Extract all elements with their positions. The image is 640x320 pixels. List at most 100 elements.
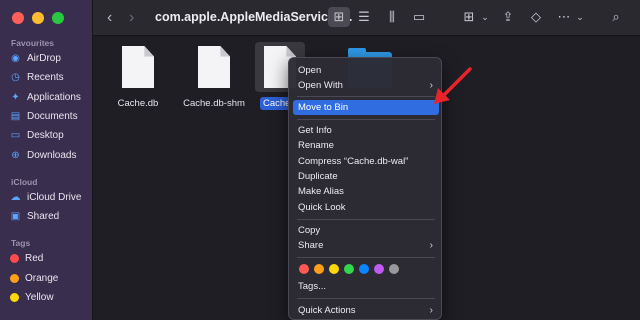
- download-icon: ⊕: [11, 149, 20, 161]
- clock-icon: ◷: [11, 71, 20, 83]
- menu-item-label: Tags...: [298, 281, 326, 292]
- file-item[interactable]: Cache.db: [103, 46, 173, 109]
- icon-view-icon[interactable]: ⊞: [328, 7, 350, 27]
- menu-item-label: Move to Bin: [298, 102, 349, 113]
- column-view-icon[interactable]: ⫼: [384, 9, 400, 25]
- group-icon[interactable]: ⊞: [461, 9, 477, 25]
- sidebar-item-icloud-drive[interactable]: ☁ iCloud Drive: [10, 189, 82, 205]
- tag-green-button[interactable]: [344, 264, 354, 274]
- minimize-button[interactable]: [32, 12, 44, 24]
- sidebar-item-label: Documents: [27, 110, 78, 122]
- tag-orange-button[interactable]: [314, 264, 324, 274]
- sidebar-item-label: Shared: [27, 210, 60, 222]
- menu-divider: [297, 298, 435, 299]
- sidebar-item-label: Recents: [27, 71, 64, 83]
- menu-item-label: Compress “Cache.db-wal”: [298, 156, 409, 167]
- sidebar-item-label: Desktop: [27, 129, 64, 141]
- traffic-lights: [12, 12, 64, 24]
- menu-item-label: Get Info: [298, 125, 332, 136]
- tag-blue-button[interactable]: [359, 264, 369, 274]
- close-button[interactable]: [12, 12, 24, 24]
- menu-item-label: Duplicate: [298, 171, 338, 182]
- file-name: Cache.db-shm: [183, 98, 245, 109]
- search-icon[interactable]: ⌕: [608, 9, 624, 25]
- menu-item-compress[interactable]: Compress “Cache.db-wal”: [293, 154, 439, 169]
- tag-yellow-button[interactable]: [329, 264, 339, 274]
- menu-divider: [297, 219, 435, 220]
- toolbar: ‹ › com.apple.AppleMediaServices... ⊞ ☰ …: [93, 0, 640, 36]
- sidebar-item-tag-orange[interactable]: Orange: [10, 270, 58, 286]
- tag-gray-button[interactable]: [389, 264, 399, 274]
- menu-item-copy[interactable]: Copy: [293, 223, 439, 238]
- sidebar-item-shared[interactable]: ▣ Shared: [10, 208, 59, 224]
- sidebar: Favourites ◉ AirDrop ◷ Recents ✦ Applica…: [0, 0, 93, 320]
- menu-divider: [297, 96, 435, 97]
- sidebar-item-downloads[interactable]: ⊕ Downloads: [10, 147, 76, 163]
- sidebar-item-label: iCloud Drive: [27, 191, 82, 203]
- share-icon[interactable]: ⇪: [500, 9, 516, 25]
- cloud-icon: ☁: [10, 191, 21, 203]
- menu-item-quick-actions[interactable]: Quick Actions ›: [293, 303, 439, 318]
- menu-item-share[interactable]: Share ›: [293, 238, 439, 253]
- menu-item-rename[interactable]: Rename: [293, 138, 439, 153]
- sidebar-item-label: AirDrop: [27, 52, 61, 64]
- menu-item-open[interactable]: Open: [293, 63, 439, 78]
- airdrop-icon: ◉: [11, 52, 20, 64]
- menu-divider: [297, 257, 435, 258]
- menu-item-label: Quick Look: [298, 202, 346, 213]
- menu-item-make-alias[interactable]: Make Alias: [293, 184, 439, 199]
- tag-red-button[interactable]: [299, 264, 309, 274]
- tag-dot-icon: [10, 273, 19, 283]
- sidebar-item-label: Applications: [27, 91, 81, 103]
- more-actions-icon[interactable]: ⋯: [556, 9, 572, 25]
- sidebar-section-favourites: Favourites: [11, 38, 54, 48]
- shared-folder-icon: ▣: [10, 210, 21, 222]
- sidebar-item-desktop[interactable]: ▭ Desktop: [10, 127, 64, 143]
- menu-item-label: Make Alias: [298, 186, 344, 197]
- menu-item-label: Quick Actions: [298, 305, 356, 316]
- chevron-right-icon: ›: [429, 240, 433, 251]
- chevron-right-icon: ›: [429, 305, 433, 316]
- sidebar-item-applications[interactable]: ✦ Applications: [10, 89, 81, 105]
- sidebar-item-label: Downloads: [27, 149, 77, 161]
- annotation-arrow-icon: [434, 67, 472, 104]
- applications-icon: ✦: [11, 91, 20, 103]
- desktop-icon: ▭: [10, 129, 21, 141]
- menu-item-label: Copy: [298, 225, 321, 236]
- menu-item-move-to-bin[interactable]: Move to Bin: [293, 100, 439, 115]
- menu-item-label: Rename: [298, 140, 334, 151]
- sidebar-item-label: Orange: [25, 272, 59, 284]
- chevron-down-icon[interactable]: ⌄: [572, 9, 588, 25]
- sidebar-item-airdrop[interactable]: ◉ AirDrop: [10, 50, 61, 66]
- tag-purple-button[interactable]: [374, 264, 384, 274]
- menu-item-label: Open: [298, 65, 322, 76]
- list-view-icon[interactable]: ☰: [356, 9, 372, 25]
- sidebar-section-icloud: iCloud: [11, 177, 38, 187]
- sidebar-item-recents[interactable]: ◷ Recents: [10, 69, 64, 85]
- menu-item-quick-look[interactable]: Quick Look: [293, 200, 439, 215]
- file-name: Cache.db: [117, 98, 159, 109]
- menu-item-tags[interactable]: Tags...: [293, 279, 439, 294]
- chevron-down-icon[interactable]: ⌄: [477, 9, 493, 25]
- tag-icon[interactable]: ◇: [528, 9, 544, 25]
- sidebar-item-label: Yellow: [25, 291, 54, 303]
- back-button[interactable]: ‹: [107, 9, 112, 27]
- zoom-button[interactable]: [52, 12, 64, 24]
- window-title: com.apple.AppleMediaServices...: [155, 10, 353, 24]
- sidebar-item-tag-yellow[interactable]: Yellow: [10, 289, 54, 305]
- tag-dot-icon: [10, 253, 19, 263]
- gallery-view-icon[interactable]: ▭: [411, 9, 427, 25]
- menu-item-duplicate[interactable]: Duplicate: [293, 169, 439, 184]
- sidebar-item-tag-red[interactable]: Red: [10, 250, 43, 266]
- menu-item-open-with[interactable]: Open With ›: [293, 78, 439, 93]
- file-item[interactable]: Cache.db-shm: [179, 46, 249, 109]
- document-icon: [122, 46, 154, 88]
- menu-item-label: Share: [298, 240, 324, 251]
- sidebar-item-label: Red: [25, 252, 44, 264]
- sidebar-section-tags: Tags: [11, 238, 31, 248]
- menu-item-get-info[interactable]: Get Info: [293, 123, 439, 138]
- forward-button[interactable]: ›: [129, 9, 134, 27]
- context-menu: Open Open With › Move to Bin Get Info Ren…: [288, 57, 442, 320]
- menu-item-label: Open With: [298, 80, 343, 91]
- sidebar-item-documents[interactable]: ▤ Documents: [10, 108, 78, 124]
